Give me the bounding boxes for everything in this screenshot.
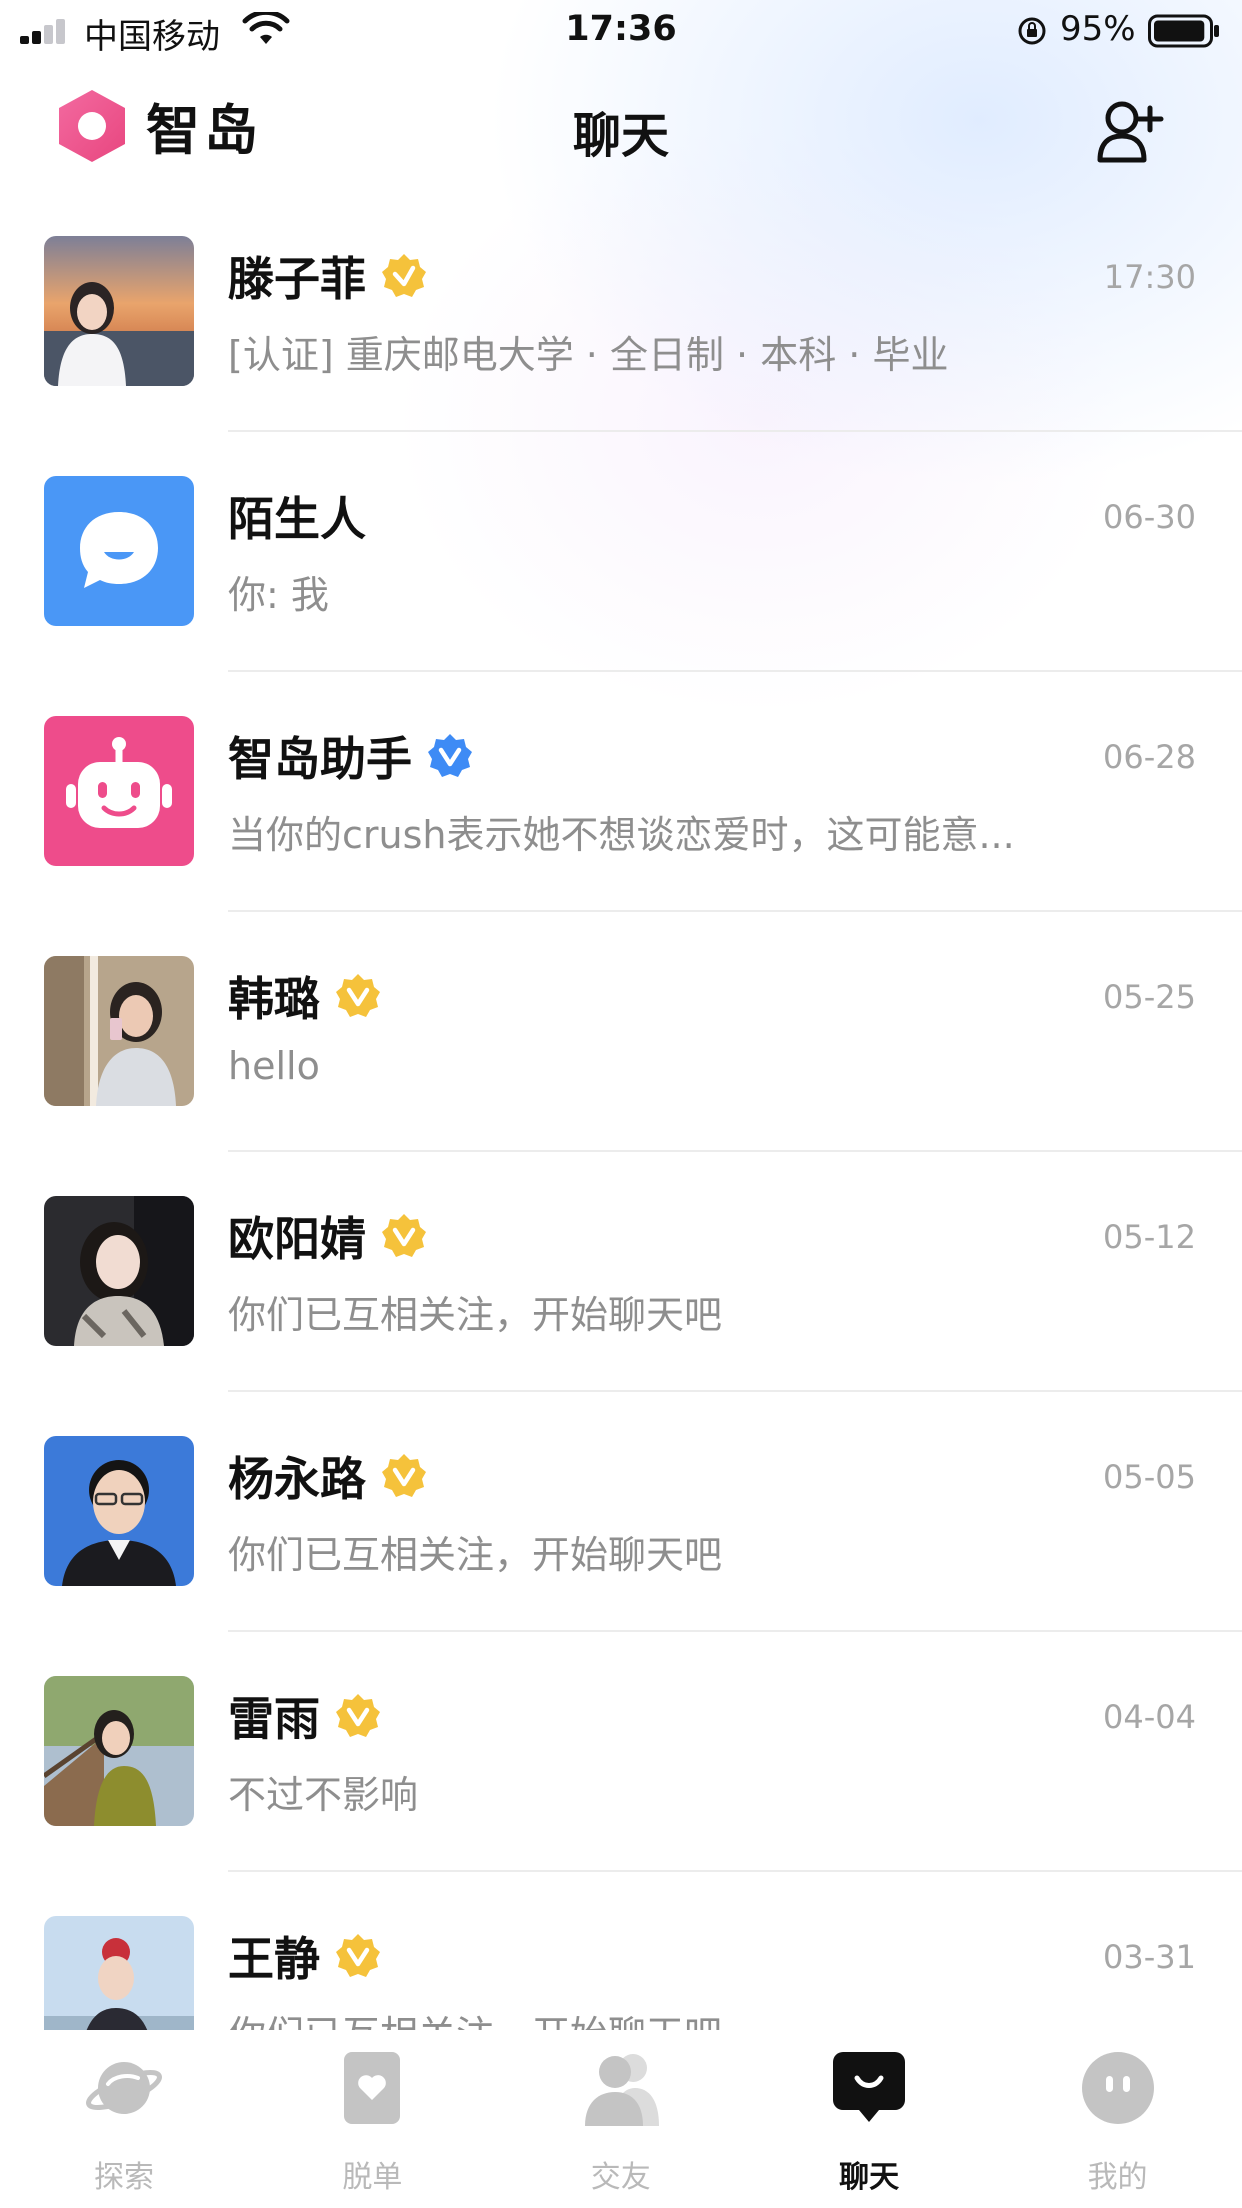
message-time: 04-04: [1103, 1698, 1196, 1736]
message-time: 05-25: [1103, 978, 1196, 1016]
tab-label: 脱单: [342, 2160, 403, 2195]
tab-explore[interactable]: 探索: [0, 2030, 248, 2208]
avatar[interactable]: [44, 956, 194, 1106]
avatar-photo-bridge: [44, 1676, 194, 1826]
tab-label: 聊天: [839, 2160, 900, 2195]
battery-percent: 95%: [1060, 9, 1136, 49]
contact-name: 杨永路: [228, 1452, 366, 1506]
message-preview: 你: 我: [228, 573, 329, 617]
contact-name: 智岛助手: [228, 732, 412, 786]
avatar-photo-winter: [44, 1916, 194, 2030]
contact-name: 陌生人: [228, 492, 366, 546]
avatar[interactable]: [44, 476, 194, 626]
avatar[interactable]: [44, 1676, 194, 1826]
contact-name: 韩璐: [228, 972, 320, 1026]
tab-friends[interactable]: 交友: [497, 2030, 745, 2208]
message-time: 05-05: [1103, 1458, 1196, 1496]
chat-list: 滕子菲 17:30 [认证] 重庆邮电大学 · 全日制 · 本科 · 毕业 陌生…: [0, 192, 1242, 2030]
message-preview: 你们已互相关注，开始聊天吧: [228, 1293, 723, 1337]
status-bar: 中国移动 17:36 95%: [0, 0, 1242, 62]
stranger-chat-icon: [44, 476, 194, 626]
verified-badge-icon: [336, 1934, 380, 1977]
message-preview: 你们已互相关注，开始聊天吧: [228, 1533, 723, 1577]
verified-badge-icon: [336, 1694, 380, 1737]
planet-icon: [86, 2062, 162, 2114]
app-header: 智岛 聊天: [0, 62, 1242, 192]
avatar[interactable]: [44, 1916, 194, 2030]
profile-face-icon: [1081, 2052, 1154, 2124]
heart-card-icon: [344, 2052, 401, 2124]
contact-name: 雷雨: [228, 1692, 320, 1746]
chat-page: 中国移动 17:36 95% 智岛 聊天 滕子菲 17:30 [认证] 重庆邮电…: [0, 0, 1242, 2208]
tab-chat[interactable]: 聊天: [745, 2030, 993, 2208]
message-time: 03-31: [1103, 1938, 1196, 1976]
contact-name: 王静: [228, 1932, 320, 1986]
battery-icon: [1148, 14, 1219, 48]
message-time: 06-28: [1103, 738, 1196, 776]
verified-badge-icon: [428, 734, 472, 777]
tab-match[interactable]: 脱单: [248, 2030, 496, 2208]
chat-item[interactable]: 智岛助手 06-28 当你的crush表示她不想谈恋爱时，这可能意...: [0, 672, 1242, 912]
chat-bubble-icon: [833, 2052, 906, 2122]
message-preview: 不过不影响: [228, 1773, 419, 1817]
page-title: 聊天: [572, 108, 669, 164]
chat-item[interactable]: 杨永路 05-05 你们已互相关注，开始聊天吧: [0, 1392, 1242, 1632]
people-icon: [584, 2054, 659, 2126]
avatar-photo-id-portrait: [44, 1436, 194, 1586]
chat-item[interactable]: 韩璐 05-25 hello: [0, 912, 1242, 1152]
status-time: 17:36: [565, 9, 677, 49]
chat-item[interactable]: 陌生人 06-30 你: 我: [0, 432, 1242, 672]
chat-item[interactable]: 王静 03-31 你们已互相关注，开始聊天吧: [0, 1872, 1242, 2030]
tab-label: 我的: [1087, 2160, 1148, 2195]
verified-badge-icon: [382, 1454, 426, 1497]
avatar-photo-car-portrait: [44, 1196, 194, 1346]
verified-badge-icon: [336, 974, 380, 1017]
avatar-photo-sunset: [44, 236, 194, 386]
chat-item[interactable]: 雷雨 04-04 不过不影响: [0, 1632, 1242, 1872]
avatar[interactable]: [44, 1436, 194, 1586]
message-preview: 你们已互相关注，开始聊天吧: [228, 2004, 1108, 2030]
rotation-lock-icon: [1018, 17, 1046, 45]
chat-item[interactable]: 欧阳婧 05-12 你们已互相关注，开始聊天吧: [0, 1152, 1242, 1392]
avatar[interactable]: [44, 236, 194, 386]
avatar[interactable]: [44, 1196, 194, 1346]
verified-badge-icon: [382, 1214, 426, 1257]
add-friend-icon[interactable]: [1096, 98, 1164, 164]
message-preview: hello: [228, 1044, 320, 1088]
message-time: 05-12: [1103, 1218, 1196, 1256]
verified-badge-icon: [382, 254, 426, 297]
tab-label: 交友: [590, 2160, 651, 2195]
avatar-photo-mirror-selfie: [44, 956, 194, 1106]
avatar[interactable]: [44, 716, 194, 866]
tab-label: 探索: [94, 2160, 154, 2195]
message-preview: 当你的crush表示她不想谈恋爱时，这可能意...: [228, 813, 1015, 857]
chat-item[interactable]: 滕子菲 17:30 [认证] 重庆邮电大学 · 全日制 · 本科 · 毕业: [0, 192, 1242, 432]
tab-me[interactable]: 我的: [994, 2030, 1242, 2208]
message-preview: [认证] 重庆邮电大学 · 全日制 · 本科 · 毕业: [228, 333, 949, 377]
message-time: 17:30: [1103, 258, 1196, 296]
contact-name: 滕子菲: [228, 252, 366, 306]
message-time: 06-30: [1103, 498, 1196, 536]
contact-name: 欧阳婧: [228, 1212, 366, 1266]
bottom-tab-bar: 探索 脱单 交友 聊天 我的: [0, 2030, 1242, 2208]
robot-assistant-icon: [44, 716, 194, 866]
